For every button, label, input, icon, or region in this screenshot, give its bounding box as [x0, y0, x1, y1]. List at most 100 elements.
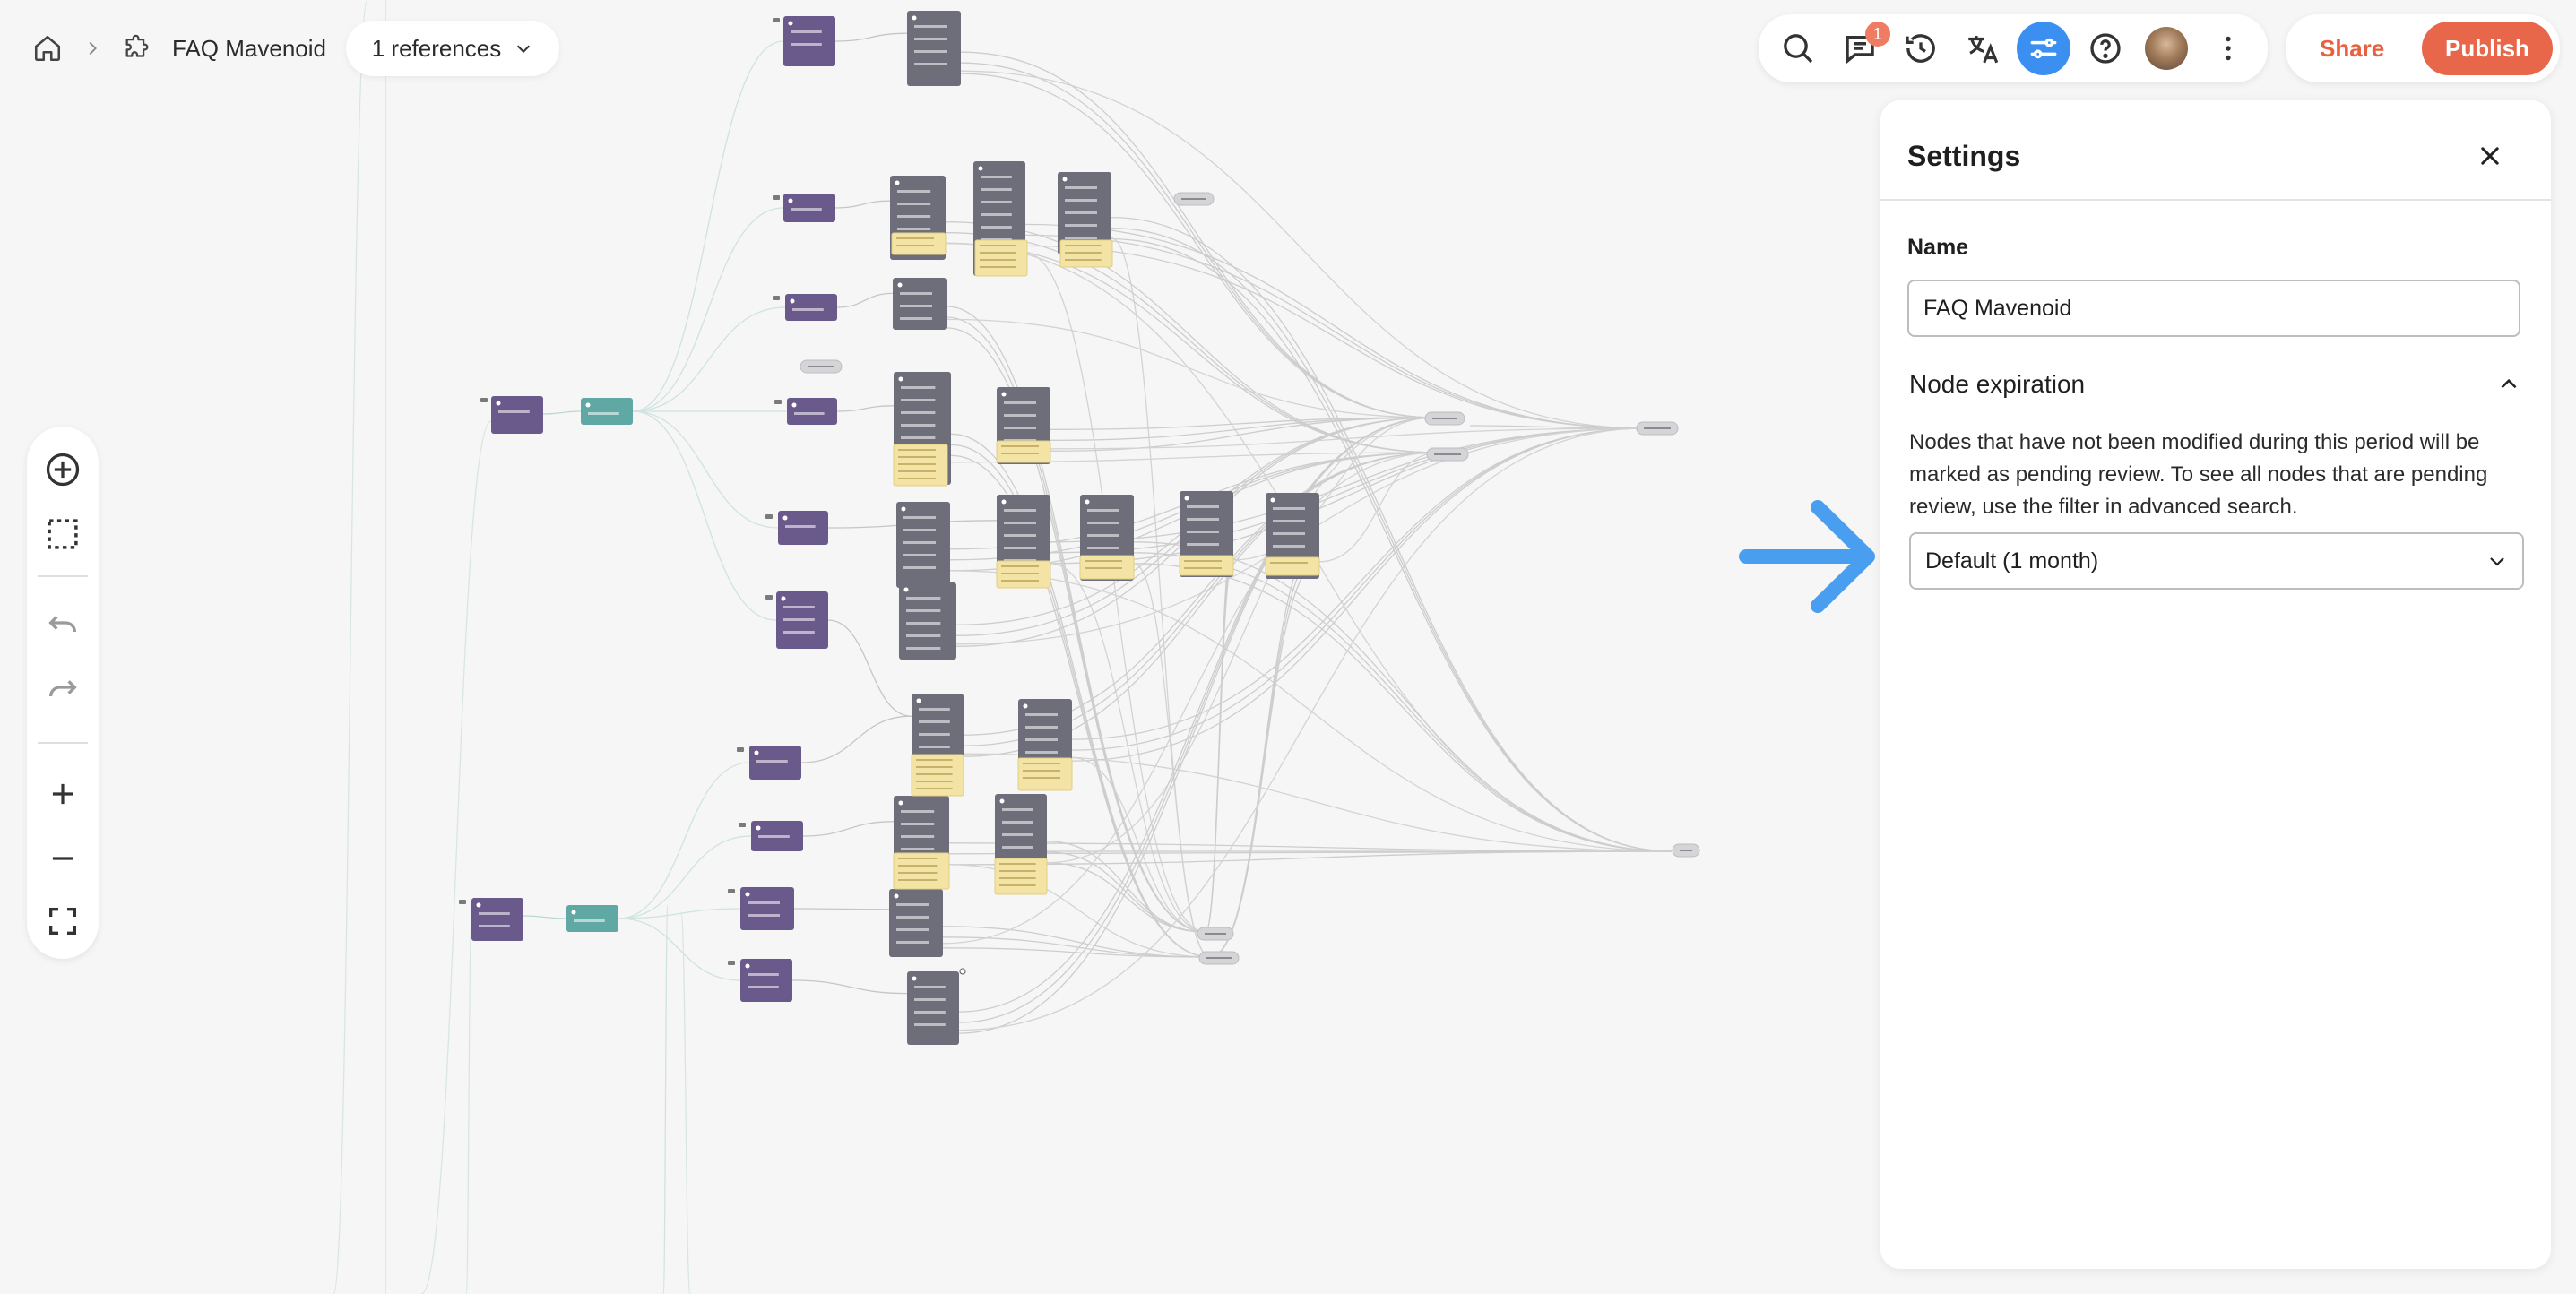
- fit-screen-icon: [49, 908, 76, 935]
- flow-edge: [618, 762, 750, 919]
- references-label: 1 references: [371, 34, 502, 62]
- user-avatar: [2145, 27, 2189, 70]
- chevron-down-icon: [514, 39, 533, 58]
- zoom-in-button[interactable]: [36, 767, 90, 821]
- flow-terminal: [1198, 951, 1240, 965]
- flow-terminal: [800, 359, 843, 374]
- sliders-icon: [2030, 38, 2057, 59]
- close-icon: [2481, 147, 2499, 165]
- zoom-out-button[interactable]: [36, 832, 90, 885]
- expiration-period-value: Default (1 month): [1925, 548, 2099, 574]
- expiration-period-select[interactable]: Default (1 month): [1909, 532, 2524, 590]
- flow-edge: [542, 410, 582, 415]
- comments-badge: 1: [1864, 22, 1890, 47]
- flow-edge: [836, 292, 894, 308]
- undo-icon: [48, 616, 76, 633]
- publish-button[interactable]: Publish: [2422, 22, 2553, 75]
- hub-node: [566, 905, 618, 932]
- flow-edge: [1024, 223, 1646, 429]
- chevron-down-icon: [2486, 550, 2508, 572]
- answer-node: [889, 889, 943, 957]
- flow-note: [1059, 239, 1113, 268]
- node-marker: [739, 823, 746, 827]
- flow-note: [891, 232, 947, 255]
- answer-node: [907, 971, 959, 1045]
- settings-divider: [1880, 199, 2551, 201]
- flow-name[interactable]: FAQ Mavenoid: [172, 35, 326, 63]
- translate-button[interactable]: [1956, 22, 2010, 75]
- settings-button[interactable]: [2017, 22, 2071, 75]
- question-node: [785, 294, 837, 321]
- redo-button[interactable]: [36, 665, 90, 719]
- flow-note: [893, 444, 948, 487]
- canvas-tools: [27, 427, 99, 959]
- plus-circle-icon: [46, 453, 80, 487]
- history-button[interactable]: [1894, 22, 1948, 75]
- node-marker: [773, 18, 780, 22]
- flow-edge: [662, 904, 669, 1294]
- question-node: [783, 194, 835, 222]
- settings-panel: Settings Name Node expiration Nodes that…: [1880, 100, 2551, 1269]
- flow-edge: [1133, 563, 1211, 958]
- flow-edge: [1046, 862, 1206, 933]
- name-input[interactable]: [1907, 280, 2520, 337]
- chevron-right-icon: [82, 39, 102, 58]
- flow-edge: [523, 915, 567, 919]
- flow-edge: [836, 405, 895, 412]
- select-area-button[interactable]: [36, 507, 90, 561]
- share-button[interactable]: Share: [2304, 35, 2400, 63]
- user-avatar-button[interactable]: [2139, 22, 2193, 75]
- tools-divider: [38, 575, 88, 577]
- fit-view-button[interactable]: [36, 894, 90, 948]
- node-handle: [959, 968, 966, 975]
- flow-edge: [618, 918, 741, 981]
- home-icon[interactable]: [32, 33, 63, 64]
- settings-title: Settings: [1907, 140, 2021, 172]
- node-expiration-title: Node expiration: [1909, 370, 2086, 398]
- search-button[interactable]: [1771, 22, 1825, 75]
- node-expiration-header[interactable]: Node expiration: [1909, 362, 2520, 407]
- add-node-button[interactable]: [36, 443, 90, 496]
- undo-button[interactable]: [36, 600, 90, 654]
- references-dropdown[interactable]: 1 references: [346, 21, 559, 76]
- flow-edge: [420, 420, 492, 1294]
- dashed-square-icon: [48, 519, 78, 549]
- flow-edge: [1209, 550, 1320, 958]
- flow-edge: [680, 913, 691, 1294]
- flow-note: [1017, 757, 1073, 791]
- question-node: [740, 959, 792, 1002]
- flow-edge: [1050, 417, 1435, 430]
- flow-edge: [802, 821, 895, 837]
- node-marker: [459, 900, 466, 904]
- question-node: [776, 591, 828, 649]
- flow-edge: [632, 410, 779, 529]
- history-icon: [1906, 34, 1936, 63]
- flow-terminal: [1426, 447, 1469, 462]
- close-button[interactable]: [2472, 138, 2508, 174]
- help-button[interactable]: [2079, 22, 2132, 75]
- translate-icon: [1968, 36, 1998, 64]
- question-node: [778, 511, 828, 545]
- root-question-node: [471, 898, 523, 941]
- node-expiration-description: Nodes that have not been modified during…: [1909, 430, 2488, 519]
- node-marker: [774, 400, 782, 404]
- more-vertical-icon: [2226, 36, 2231, 61]
- flow-note: [996, 440, 1051, 463]
- chevron-up-icon[interactable]: [2497, 373, 2520, 396]
- answer-node: [899, 582, 956, 660]
- comments-button[interactable]: 1: [1833, 22, 1890, 75]
- flow-nodes: [459, 11, 1700, 1045]
- flow-terminal: [1173, 192, 1215, 206]
- breadcrumb: FAQ Mavenoid: [32, 22, 326, 75]
- flow-edge: [632, 40, 784, 412]
- redo-icon: [49, 680, 77, 697]
- puzzle-icon: [122, 33, 152, 64]
- flow-note: [974, 239, 1028, 277]
- more-button[interactable]: [2201, 22, 2255, 75]
- help-icon: [2090, 33, 2121, 64]
- flow-edge: [333, 0, 368, 1294]
- answer-node: [896, 502, 950, 588]
- node-marker: [773, 195, 780, 200]
- flow-edge: [1024, 234, 1646, 429]
- node-marker: [737, 747, 744, 752]
